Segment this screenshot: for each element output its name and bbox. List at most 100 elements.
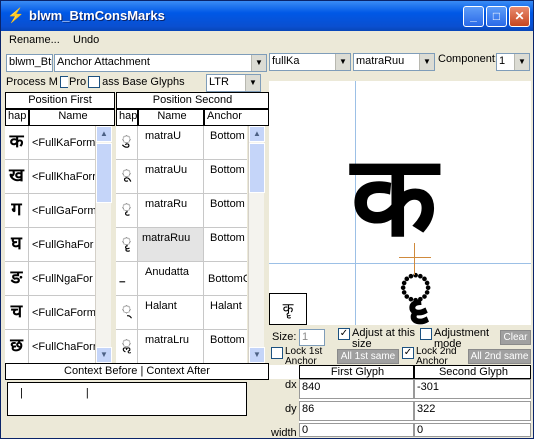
- all-second-same-button[interactable]: All 2nd same: [468, 349, 531, 364]
- anchor-cell: Bottom: [210, 164, 245, 176]
- context-after-value: |: [85, 387, 89, 399]
- checkbox-box: [271, 347, 283, 359]
- context-header[interactable]: Context Before | Context After: [5, 363, 269, 380]
- first-dy-input[interactable]: 86: [299, 401, 414, 421]
- component-label: Component:: [438, 53, 498, 65]
- list-item[interactable]: ङ <FullNgaFor: [5, 262, 95, 296]
- close-button[interactable]: ✕: [509, 6, 530, 27]
- size-spinner[interactable]: 1: [299, 329, 325, 346]
- anchor-crosshair-horizontal[interactable]: [399, 257, 431, 258]
- window-title: blwm_BtmConsMarks: [29, 8, 165, 23]
- mark-glyph-preview[interactable]: ॄ: [399, 258, 432, 314]
- lookup-name-field[interactable]: blwm_Btm: [6, 54, 53, 72]
- chevron-down-icon: ▼: [251, 55, 266, 71]
- menu-rename[interactable]: Rename...: [9, 34, 60, 46]
- glyph-cell: ॢ: [116, 330, 138, 363]
- lightning-app-icon: ⚡: [7, 7, 25, 23]
- first-glyph-column-header: First Glyph: [299, 365, 414, 379]
- second-dx-input[interactable]: -301: [414, 379, 531, 399]
- glyph-cell: ृ: [116, 194, 138, 227]
- first-glyph-list[interactable]: क <FullKaForm ख <FullKhaForr ग <FullGaFo…: [5, 126, 95, 363]
- glyph-cell: ग: [5, 194, 29, 227]
- list-item[interactable]: क <FullKaForm: [5, 126, 95, 160]
- chevron-down-icon: ▼: [419, 54, 434, 70]
- glyph-cell: घ: [5, 228, 29, 261]
- process-base-glyphs-checkbox[interactable]: Pro ass Base Glyphs: [69, 76, 203, 88]
- lock-first-anchor-checkbox[interactable]: Lock 1st Anchor: [271, 347, 337, 365]
- lookup-type-select[interactable]: Anchor Attachment ▼: [54, 54, 267, 72]
- first-width-input[interactable]: 0: [299, 423, 414, 437]
- process-marks-checkbox[interactable]: Process M: [6, 76, 68, 88]
- menu-undo[interactable]: Undo: [73, 34, 99, 46]
- position-second-header[interactable]: Position Second: [116, 92, 269, 109]
- second-glyph-column-header: Second Glyph: [414, 365, 531, 379]
- second-glyph-value: matraRuu: [356, 55, 405, 67]
- dx-label: dx: [285, 379, 297, 391]
- process-marks-label: Process M: [6, 76, 58, 88]
- second-dy-input[interactable]: 322: [414, 401, 531, 421]
- lock-second-anchor-checkbox[interactable]: ✓ Lock 2nd Anchor: [402, 347, 468, 365]
- list-item[interactable]: ् Halant Halant: [116, 296, 247, 330]
- scroll-down-icon[interactable]: ▼: [96, 347, 112, 363]
- glyph-name-cell: <FullChaForr: [32, 341, 95, 353]
- title-bar[interactable]: ⚡ blwm_BtmConsMarks _ □ ✕: [1, 1, 533, 31]
- base-glyph-preview[interactable]: क: [351, 141, 437, 253]
- first-shape-column-header[interactable]: hap: [5, 109, 29, 126]
- anchor-crosshair-vertical[interactable]: [414, 243, 415, 275]
- anchor-cell: Bottom: [210, 232, 245, 244]
- list-item[interactable]: छ <FullChaForr: [5, 330, 95, 363]
- list-item[interactable]: घ <FullGhaFor: [5, 228, 95, 262]
- first-dx-input[interactable]: 840: [299, 379, 414, 399]
- list-item[interactable]: ॄ matraRuu Bottom: [116, 228, 247, 262]
- anchor-column-header[interactable]: Anchor: [204, 109, 269, 126]
- position-first-header[interactable]: Position First: [5, 92, 115, 109]
- list-item[interactable]: ॢ matraLru Bottom: [116, 330, 247, 363]
- glyph-name-cell: Halant: [138, 296, 204, 329]
- glyph-name-cell: <FullGhaFor: [32, 239, 94, 251]
- scroll-thumb[interactable]: [249, 143, 265, 193]
- checkbox-box: [420, 328, 432, 340]
- glyph-name-cell: Anudatta: [138, 262, 204, 295]
- first-glyph-select[interactable]: fullKa ▼: [269, 53, 351, 71]
- glyph-name-cell: matraLru: [138, 330, 204, 363]
- glyph-cell: च: [5, 296, 29, 329]
- scroll-up-icon[interactable]: ▲: [96, 126, 112, 142]
- list-item[interactable]: च <FullCaForm: [5, 296, 95, 330]
- list-item[interactable]: ॒ Anudatta BottomC: [116, 262, 247, 296]
- component-select[interactable]: 1 ▼: [496, 53, 530, 71]
- list-item[interactable]: ू matraUu Bottom: [116, 160, 247, 194]
- glyph-preview-canvas[interactable]: क ॄ कॄ: [269, 81, 531, 325]
- all-first-same-button[interactable]: All 1st same: [337, 349, 399, 364]
- process-base-prefix: Pro: [69, 76, 87, 88]
- lookup-type-value: Anchor Attachment: [57, 56, 150, 68]
- list-item[interactable]: ग <FullGaForm: [5, 194, 95, 228]
- size-label: Size:: [272, 331, 297, 343]
- list-item[interactable]: ु matraU Bottom: [116, 126, 247, 160]
- second-list-scrollbar[interactable]: ▲ ▼: [248, 126, 265, 363]
- glyph-name-cell: matraUu: [138, 160, 204, 193]
- checkbox-box: ✓: [402, 347, 414, 359]
- glyph-cell: ू: [116, 160, 138, 193]
- list-item[interactable]: ख <FullKhaForr: [5, 160, 95, 194]
- glyph-name-cell: <FullKaForm: [32, 137, 95, 149]
- minimize-button[interactable]: _: [463, 6, 484, 27]
- size-value: 1: [302, 331, 309, 343]
- lock-first-anchor-label: Lock 1st Anchor: [285, 347, 323, 365]
- second-glyph-list[interactable]: ु matraU Bottom ू matraUu Bottom ृ matra…: [116, 126, 247, 363]
- first-name-column-header[interactable]: Name: [29, 109, 115, 126]
- scroll-thumb[interactable]: [96, 143, 112, 203]
- list-item[interactable]: ृ matraRu Bottom: [116, 194, 247, 228]
- second-width-input[interactable]: 0: [414, 423, 531, 437]
- clear-button[interactable]: Clear: [500, 330, 531, 345]
- second-name-column-header[interactable]: Name: [138, 109, 204, 126]
- first-list-scrollbar[interactable]: ▲ ▼: [95, 126, 112, 363]
- second-glyph-select[interactable]: matraRuu ▼: [353, 53, 435, 71]
- maximize-button[interactable]: □: [486, 6, 507, 27]
- glyph-cell: ङ: [5, 262, 29, 295]
- second-shape-column-header[interactable]: hap: [116, 109, 138, 126]
- scroll-down-icon[interactable]: ▼: [249, 347, 265, 363]
- scroll-up-icon[interactable]: ▲: [249, 126, 265, 142]
- glyph-cell: ्: [116, 296, 138, 329]
- context-field[interactable]: | |: [7, 382, 247, 416]
- direction-select[interactable]: LTR ▼: [206, 74, 261, 92]
